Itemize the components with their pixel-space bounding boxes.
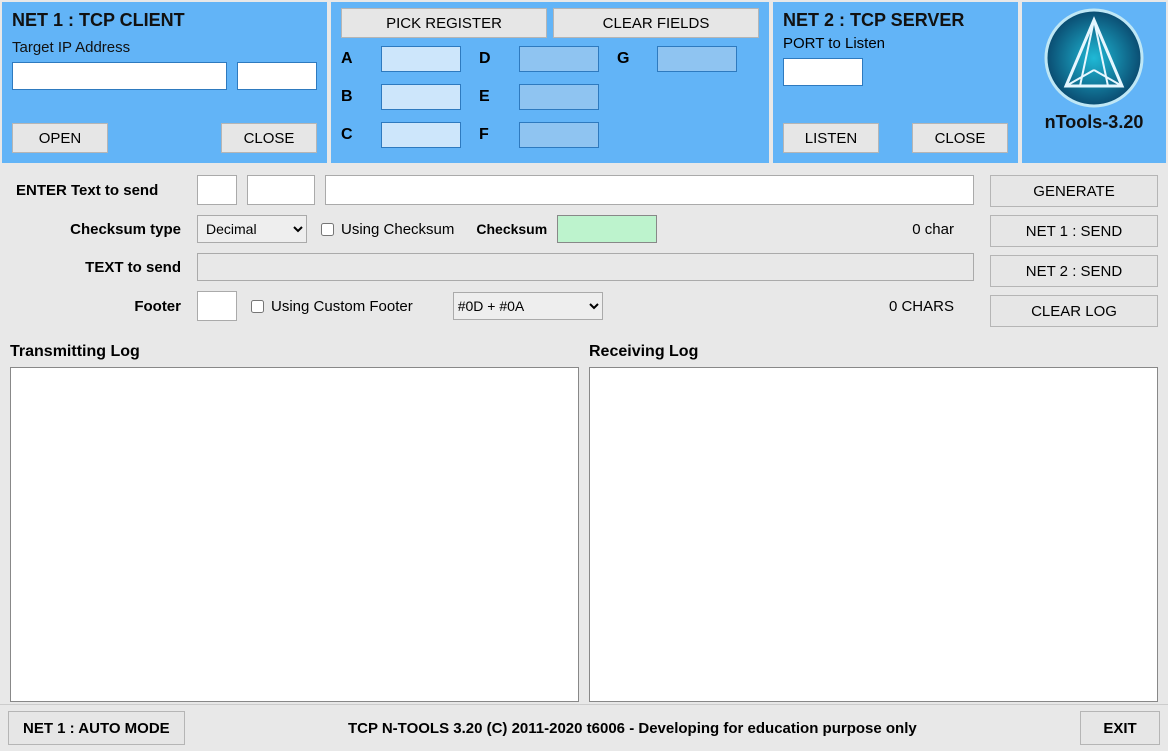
clear-fields-button[interactable]: CLEAR FIELDS xyxy=(553,8,759,38)
copyright-text: TCP N-TOOLS 3.20 (C) 2011-2020 t6006 - D… xyxy=(195,720,1070,737)
footer-label: Footer xyxy=(12,298,187,315)
reg-a-input[interactable] xyxy=(381,46,461,72)
net2-close-button[interactable]: CLOSE xyxy=(912,123,1008,153)
registers-panel: PICK REGISTER CLEAR FIELDS A D G B E C F xyxy=(331,2,769,163)
net1-ip-label: Target IP Address xyxy=(12,39,317,56)
generate-button[interactable]: GENERATE xyxy=(990,175,1158,207)
char-count: 0 char xyxy=(912,221,974,238)
rx-log-panel: Receiving Log xyxy=(589,343,1158,702)
text-to-send-display xyxy=(197,253,974,281)
net1-auto-mode-button[interactable]: NET 1 : AUTO MODE xyxy=(8,711,185,745)
reg-e-label: E xyxy=(479,88,501,106)
checksum-label: Checksum xyxy=(476,221,547,237)
tx-log-area[interactable] xyxy=(10,367,579,702)
reg-b-label: B xyxy=(341,88,363,106)
reg-g-label: G xyxy=(617,50,639,68)
logo-panel: nTools-3.20 xyxy=(1022,2,1166,163)
exit-button[interactable]: EXIT xyxy=(1080,711,1160,745)
prefix1-input[interactable] xyxy=(197,175,237,205)
actions-panel: GENERATE NET 1 : SEND NET 2 : SEND CLEAR… xyxy=(986,167,1162,335)
app-logo-icon xyxy=(1044,8,1144,108)
reg-f-input[interactable] xyxy=(519,122,599,148)
tx-log-title: Transmitting Log xyxy=(10,343,579,361)
net1-panel: NET 1 : TCP CLIENT Target IP Address OPE… xyxy=(2,2,327,163)
enter-text-label: ENTER Text to send xyxy=(12,182,187,199)
reg-c-input[interactable] xyxy=(381,122,461,148)
chars-count: 0 CHARS xyxy=(889,298,974,315)
reg-a-label: A xyxy=(341,50,363,68)
rx-log-title: Receiving Log xyxy=(589,343,1158,361)
reg-f-label: F xyxy=(479,126,501,144)
reg-c-label: C xyxy=(341,126,363,144)
reg-g-input[interactable] xyxy=(657,46,737,72)
send-form-panel: ENTER Text to send Checksum type Decimal… xyxy=(6,167,980,335)
text-to-send-label: TEXT to send xyxy=(12,259,187,276)
checksum-type-label: Checksum type xyxy=(12,221,187,238)
app-title: nTools-3.20 xyxy=(1045,112,1144,133)
net2-listen-button[interactable]: LISTEN xyxy=(783,123,879,153)
checksum-type-select[interactable]: Decimal xyxy=(197,215,307,243)
net2-port-label: PORT to Listen xyxy=(783,35,1008,52)
reg-b-input[interactable] xyxy=(381,84,461,110)
net2-port-input[interactable] xyxy=(783,58,863,86)
net1-close-button[interactable]: CLOSE xyxy=(221,123,317,153)
checksum-input[interactable] xyxy=(557,215,657,243)
net2-panel: NET 2 : TCP SERVER PORT to Listen LISTEN… xyxy=(773,2,1018,163)
net1-ip-input[interactable] xyxy=(12,62,227,90)
enter-text-input[interactable] xyxy=(325,175,974,205)
net1-open-button[interactable]: OPEN xyxy=(12,123,108,153)
net1-title: NET 1 : TCP CLIENT xyxy=(12,10,317,31)
reg-d-input[interactable] xyxy=(519,46,599,72)
net1-send-button[interactable]: NET 1 : SEND xyxy=(990,215,1158,247)
footer-input[interactable] xyxy=(197,291,237,321)
reg-e-input[interactable] xyxy=(519,84,599,110)
tx-log-panel: Transmitting Log xyxy=(10,343,579,702)
net2-title: NET 2 : TCP SERVER xyxy=(783,10,1008,31)
net2-send-button[interactable]: NET 2 : SEND xyxy=(990,255,1158,287)
reg-d-label: D xyxy=(479,50,501,68)
using-checksum-checkbox[interactable]: Using Checksum xyxy=(317,220,454,239)
using-footer-checkbox[interactable]: Using Custom Footer xyxy=(247,297,413,316)
pick-register-button[interactable]: PICK REGISTER xyxy=(341,8,547,38)
status-bar: NET 1 : AUTO MODE TCP N-TOOLS 3.20 (C) 2… xyxy=(0,704,1168,751)
prefix2-input[interactable] xyxy=(247,175,315,205)
footer-select[interactable]: #0D + #0A xyxy=(453,292,603,320)
net1-port-input[interactable] xyxy=(237,62,317,90)
clear-log-button[interactable]: CLEAR LOG xyxy=(990,295,1158,327)
rx-log-area[interactable] xyxy=(589,367,1158,702)
